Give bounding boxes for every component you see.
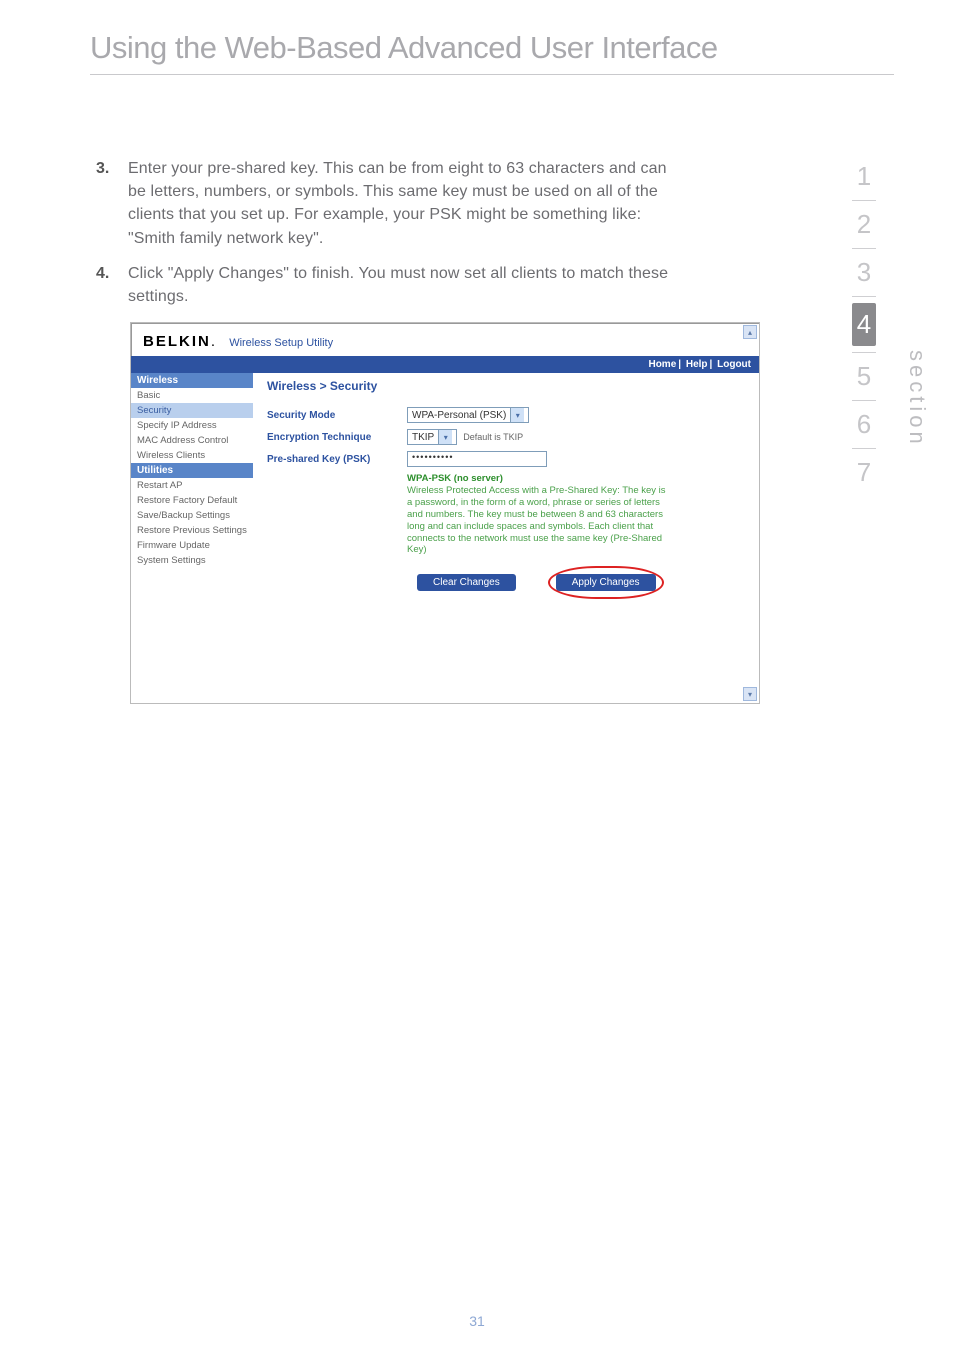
page-title: Using the Web-Based Advanced User Interf…: [0, 0, 954, 74]
step-3: 3. Enter your pre-shared key. This can b…: [96, 157, 680, 250]
rail-sep: [852, 296, 876, 297]
rail-sep: [852, 448, 876, 449]
help-link[interactable]: Help: [686, 359, 708, 370]
utility-header: BELKIN. Wireless Setup Utility: [131, 323, 759, 356]
section-4-active[interactable]: 4: [852, 303, 876, 346]
security-mode-value: WPA-Personal (PSK): [412, 410, 506, 421]
sidebar-item-mac[interactable]: MAC Address Control: [131, 433, 253, 448]
chevron-down-icon: ▾: [438, 430, 452, 444]
brand-logo: BELKIN. Wireless Setup Utility: [143, 333, 333, 350]
home-link[interactable]: Home: [648, 359, 676, 370]
step-number: 3.: [96, 157, 128, 250]
desc-body: Wireless Protected Access with a Pre-Sha…: [407, 485, 666, 555]
sidebar-item-restore-prev[interactable]: Restore Previous Settings: [131, 523, 253, 538]
psk-label: Pre-shared Key (PSK): [267, 454, 407, 465]
encryption-label: Encryption Technique: [267, 432, 407, 443]
section-7[interactable]: 7: [834, 451, 894, 494]
desc-title: WPA-PSK (no server): [407, 473, 503, 484]
psk-input[interactable]: ••••••••••: [407, 451, 547, 467]
section-6[interactable]: 6: [834, 403, 894, 446]
rail-sep: [852, 352, 876, 353]
section-5[interactable]: 5: [834, 355, 894, 398]
rail-sep: [852, 248, 876, 249]
step-4: 4. Click "Apply Changes" to finish. You …: [96, 262, 680, 308]
clear-changes-button[interactable]: Clear Changes: [417, 574, 516, 591]
rail-sep: [852, 200, 876, 201]
brand-text: BELKIN: [143, 333, 211, 350]
sidebar-item-firmware[interactable]: Firmware Update: [131, 538, 253, 553]
sidebar-item-restart[interactable]: Restart AP: [131, 478, 253, 493]
utility-screenshot: ▴ ▾ BELKIN. Wireless Setup Utility Home|…: [130, 322, 760, 704]
brand-subtitle: Wireless Setup Utility: [229, 337, 333, 349]
rail-sep: [852, 400, 876, 401]
sidebar-group-utilities: Utilities: [131, 463, 253, 478]
sidebar-item-ip[interactable]: Specify IP Address: [131, 418, 253, 433]
scroll-down-icon[interactable]: ▾: [743, 687, 757, 701]
sidebar-item-save-backup[interactable]: Save/Backup Settings: [131, 508, 253, 523]
rail-label: section: [904, 350, 930, 448]
encryption-value: TKIP: [412, 432, 434, 443]
section-2[interactable]: 2: [834, 203, 894, 246]
row-psk: Pre-shared Key (PSK) ••••••••••: [267, 451, 749, 467]
sidebar-item-restore-default[interactable]: Restore Factory Default: [131, 493, 253, 508]
sidebar: Wireless Basic Security Specify IP Addre…: [131, 373, 253, 703]
section-3[interactable]: 3: [834, 251, 894, 294]
button-row: Clear Changes Apply Changes: [417, 574, 749, 591]
scroll-up-icon[interactable]: ▴: [743, 325, 757, 339]
row-security-mode: Security Mode WPA-Personal (PSK) ▾: [267, 407, 749, 423]
encryption-hint: Default is TKIP: [463, 432, 523, 442]
sidebar-item-clients[interactable]: Wireless Clients: [131, 448, 253, 463]
step-number: 4.: [96, 262, 128, 308]
section-1[interactable]: 1: [834, 155, 894, 198]
page-number: 31: [0, 1313, 954, 1329]
sidebar-group-wireless: Wireless: [131, 373, 253, 388]
logout-link[interactable]: Logout: [717, 359, 751, 370]
section-rail: 1 2 3 4 5 6 7 section: [834, 155, 894, 494]
security-mode-label: Security Mode: [267, 410, 407, 421]
encryption-select[interactable]: TKIP ▾: [407, 429, 457, 445]
main-pane: Wireless > Security Security Mode WPA-Pe…: [253, 373, 759, 703]
step-text: Click "Apply Changes" to finish. You mus…: [128, 262, 680, 308]
sidebar-item-system[interactable]: System Settings: [131, 553, 253, 568]
breadcrumb: Wireless > Security: [267, 379, 749, 393]
apply-changes-button[interactable]: Apply Changes: [556, 574, 656, 591]
top-nav-bar: Home| Help| Logout: [131, 356, 759, 373]
security-mode-select[interactable]: WPA-Personal (PSK) ▾: [407, 407, 529, 423]
chevron-down-icon: ▾: [510, 408, 524, 422]
psk-description: WPA-PSK (no server) Wireless Protected A…: [407, 473, 667, 556]
content-area: 3. Enter your pre-shared key. This can b…: [0, 75, 720, 704]
sidebar-item-security[interactable]: Security: [131, 403, 253, 418]
row-encryption: Encryption Technique TKIP ▾ Default is T…: [267, 429, 749, 445]
sidebar-item-basic[interactable]: Basic: [131, 388, 253, 403]
apply-label: Apply Changes: [572, 577, 640, 588]
step-text: Enter your pre-shared key. This can be f…: [128, 157, 680, 250]
